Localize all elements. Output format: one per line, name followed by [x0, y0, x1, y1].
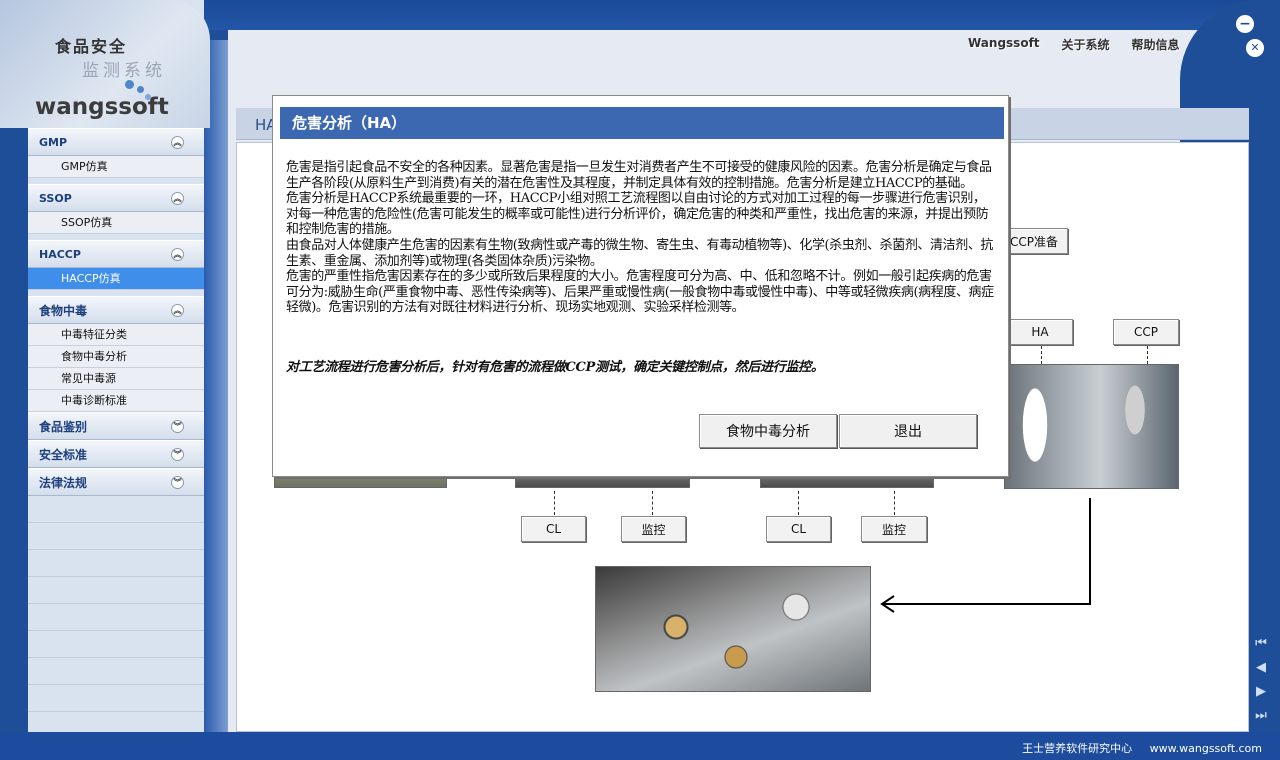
ccp-prep-button[interactable]: CCP准备: [1000, 228, 1068, 254]
section-label: 法律法规: [39, 475, 88, 490]
sidebar-item-poison-source[interactable]: 常见中毒源: [28, 368, 204, 390]
dialog-paragraph: 危害的严重性指危害因素存在的多少或所致后果程度的大小。危害程度可分为高、中、低和…: [286, 269, 994, 316]
close-icon[interactable]: ✕: [1246, 39, 1264, 57]
footer-url[interactable]: www.wangssoft.com: [1150, 742, 1262, 755]
app-subtitle: 监测系统: [82, 61, 166, 81]
section-label: GMP: [39, 135, 68, 149]
ccp-button[interactable]: CCP: [1113, 319, 1179, 345]
section-label: SSOP: [39, 191, 72, 205]
section-label: 食物中毒: [39, 303, 88, 318]
footer: 王士营养软件研究中心 www.wangssoft.com: [1008, 740, 1262, 756]
sidebar-section-safety-standard[interactable]: 安全标准 ︾: [28, 440, 204, 468]
connector-line: [554, 491, 555, 515]
app-title: 食品安全: [55, 37, 128, 56]
expand-icon[interactable]: ︾: [171, 447, 184, 461]
collapse-icon[interactable]: ︽: [171, 247, 184, 261]
prev-icon[interactable]: ◀: [1254, 660, 1268, 676]
last-icon[interactable]: ⏭: [1254, 708, 1268, 724]
dialog-body: 危害是指引起食品不安全的各种因素。显著危害是指一旦发生对消费者产生不可接受的健康…: [286, 160, 998, 316]
sidebar-item-poison-class[interactable]: 中毒特征分类: [28, 324, 204, 346]
monitor-button-1[interactable]: 监控: [621, 516, 686, 542]
next-icon[interactable]: ▶: [1254, 684, 1268, 700]
dialog-paragraph: 由食品对人体健康产生危害的因素有生物(致病性或产毒的微生物、寄生虫、有毒动植物等…: [286, 237, 994, 269]
hazard-analysis-dialog: 危害分析（HA） 危害是指引起食品不安全的各种因素。显著危害是指一旦发生对消费者…: [272, 95, 1009, 477]
canned-food-photo: [595, 566, 871, 692]
sidebar-section-haccp[interactable]: HACCP ︽: [28, 240, 204, 268]
sidebar-section-food-identify[interactable]: 食品鉴别 ︾: [28, 412, 204, 440]
link-help[interactable]: 帮助信息: [1132, 36, 1180, 53]
first-icon[interactable]: ⏮: [1254, 636, 1268, 652]
dialog-paragraph: 危害分析是HACCP系统最重要的一环，HACCP小组对照工艺流程图以自由讨论的方…: [286, 191, 989, 238]
cl-button-2[interactable]: CL: [766, 516, 831, 542]
ha-button[interactable]: HA: [1007, 319, 1073, 345]
footer-org: 王士营养软件研究中心: [1022, 742, 1133, 755]
sidebar-item-ssop-sim[interactable]: SSOP仿真: [28, 212, 204, 234]
section-label: 食品鉴别: [39, 419, 88, 434]
section-label: 安全标准: [39, 447, 88, 462]
expand-icon[interactable]: ︾: [171, 475, 184, 489]
dialog-paragraph: 危害是指引起食品不安全的各种因素。显著危害是指一旦发生对消费者产生不可接受的健康…: [286, 160, 992, 191]
sidebar-section-food-poisoning[interactable]: 食物中毒 ︽: [28, 296, 204, 324]
sidebar-section-laws[interactable]: 法律法规 ︾: [28, 468, 204, 496]
page-nav: ⏮ ◀ ▶ ⏭: [1254, 636, 1268, 732]
sidebar-divider: [204, 40, 228, 732]
sidebar-item-poison-analysis[interactable]: 食物中毒分析: [28, 346, 204, 368]
sidebar-item-gmp-sim[interactable]: GMP仿真: [28, 156, 204, 178]
sidebar-section-ssop[interactable]: SSOP ︽: [28, 184, 204, 212]
factory-photo: [1004, 364, 1179, 489]
top-links: Wangssoft 关于系统 帮助信息: [968, 36, 1180, 53]
section-label: HACCP: [39, 247, 81, 261]
sidebar-section-gmp[interactable]: GMP ︽: [28, 128, 204, 156]
dialog-title: 危害分析（HA）: [280, 107, 1004, 139]
connector-line: [798, 491, 799, 515]
connector-line: [652, 491, 653, 515]
expand-icon[interactable]: ︾: [171, 419, 184, 433]
sidebar-item-haccp-sim[interactable]: HACCP仿真: [28, 268, 204, 290]
sidebar-menu: GMP ︽ GMP仿真 SSOP ︽ SSOP仿真 HACCP ︽ HACCP仿…: [28, 128, 204, 739]
flow-arrow: [880, 498, 1091, 613]
collapse-icon[interactable]: ︽: [171, 191, 184, 205]
exit-button[interactable]: 退出: [839, 414, 977, 448]
connector-line: [1041, 346, 1042, 364]
link-wangssoft[interactable]: Wangssoft: [968, 36, 1040, 53]
connector-line: [1147, 346, 1148, 364]
collapse-icon[interactable]: ︽: [171, 135, 184, 149]
link-about[interactable]: 关于系统: [1062, 36, 1110, 53]
dialog-emphasis: 对工艺流程进行危害分析后，针对有危害的流程做CCP测试，确定关键控制点，然后进行…: [286, 360, 824, 375]
sidebar-item-poison-criteria[interactable]: 中毒诊断标准: [28, 390, 204, 412]
food-poisoning-analysis-button[interactable]: 食物中毒分析: [699, 414, 837, 448]
collapse-icon[interactable]: ︽: [171, 303, 184, 317]
minimize-icon[interactable]: −: [1236, 15, 1254, 33]
cl-button-1[interactable]: CL: [521, 516, 586, 542]
